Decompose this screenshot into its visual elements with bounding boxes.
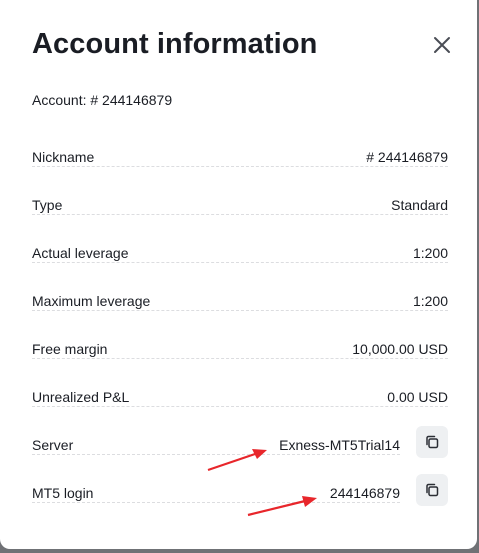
row-actual-leverage: Actual leverage 1:200 xyxy=(32,244,448,264)
copy-icon xyxy=(426,483,439,497)
dotted-leader xyxy=(32,406,448,407)
dotted-leader xyxy=(32,454,400,455)
close-button[interactable] xyxy=(430,33,454,57)
dotted-leader xyxy=(32,310,448,311)
account-information-dialog: Account information Account: # 244146879… xyxy=(0,0,477,549)
row-value: 10,000.00 USD xyxy=(349,340,448,358)
row-label: Maximum leverage xyxy=(32,292,154,310)
row-mt5-login: MT5 login 244146879 xyxy=(32,474,448,506)
row-label: Nickname xyxy=(32,148,98,166)
row-value: Standard xyxy=(388,196,448,214)
row-value: 244146879 xyxy=(326,484,400,502)
dialog-title: Account information xyxy=(32,28,318,60)
row-label: Server xyxy=(32,436,77,454)
account-number: Account: # 244146879 xyxy=(32,92,173,108)
dotted-leader xyxy=(32,262,448,263)
row-label: Type xyxy=(32,196,66,214)
row-nickname: Nickname # 244146879 xyxy=(32,148,448,168)
row-label: MT5 login xyxy=(32,484,97,502)
row-value: # 244146879 xyxy=(363,148,448,166)
row-label: Unrealized P&L xyxy=(32,388,133,406)
copy-server-button[interactable] xyxy=(416,426,448,458)
row-label: Actual leverage xyxy=(32,244,132,262)
row-maximum-leverage: Maximum leverage 1:200 xyxy=(32,292,448,312)
dotted-leader xyxy=(32,358,448,359)
dotted-leader xyxy=(32,214,448,215)
row-value: 0.00 USD xyxy=(384,388,448,406)
row-free-margin: Free margin 10,000.00 USD xyxy=(32,340,448,360)
row-label: Free margin xyxy=(32,340,111,358)
row-value: 1:200 xyxy=(409,292,448,310)
close-icon xyxy=(434,37,450,53)
copy-icon xyxy=(426,435,439,449)
row-type: Type Standard xyxy=(32,196,448,216)
row-value: 1:200 xyxy=(409,244,448,262)
row-value: Exness-MT5Trial14 xyxy=(276,436,400,454)
copy-login-button[interactable] xyxy=(416,474,448,506)
row-server: Server Exness-MT5Trial14 xyxy=(32,426,448,458)
row-unrealized-pnl: Unrealized P&L 0.00 USD xyxy=(32,388,448,408)
dotted-leader xyxy=(32,502,400,503)
dotted-leader xyxy=(32,166,448,167)
